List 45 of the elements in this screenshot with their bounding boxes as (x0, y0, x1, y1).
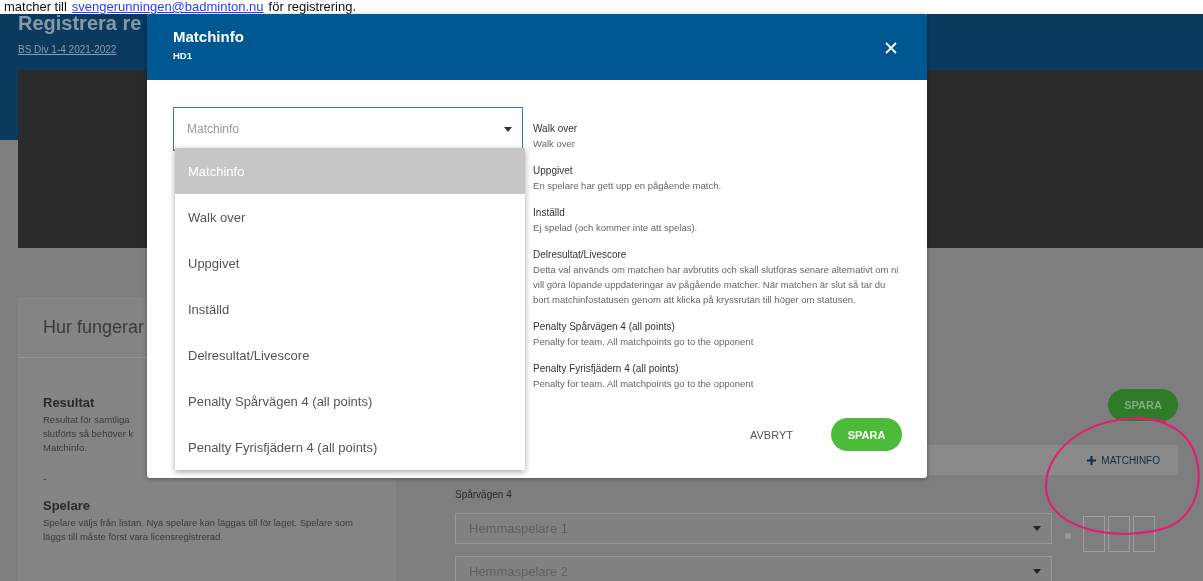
dropdown-option[interactable]: Delresultat/Livescore (175, 332, 525, 378)
score-input[interactable] (1108, 516, 1130, 552)
status-dot (1065, 533, 1071, 539)
option-title: Uppgivet (533, 164, 574, 178)
team-label: Spårvägen 4 (455, 489, 513, 500)
option-title: Inställd (533, 206, 566, 220)
score-input[interactable] (1133, 516, 1155, 552)
help-text: Spelare väljs från listan. Nya spelare kan läggas till för laget. Spelare som läggs till måste först vara licensregistrerad. (43, 516, 354, 544)
help-text: Resultat för samtliga (43, 413, 130, 427)
option-description: Walk over (533, 137, 576, 151)
option-description: Detta val används om matchen har avbrutits och skall slutföras senare alternativt om ni vill göra löpande uppdateringar av pågående matcher. När matchen är slut så tar du bort matchinfostatusen genom att klicka på kryssrutan till höger om statusen. (533, 263, 900, 307)
option-title: Delresultat/Livescore (533, 248, 628, 262)
option-description: Ej spelad (och kommer inte att spelas). (533, 221, 699, 235)
caret-icon (1033, 525, 1041, 531)
dialog-title: Matchinfo (173, 28, 244, 45)
matchinfo-button[interactable]: MATCHINFO (1087, 454, 1160, 466)
help-text: slutförts så behöver k (43, 427, 134, 441)
email-link[interactable]: svengerunningen@badminton.nu (71, 0, 264, 14)
instruction-text: för registrering. (268, 0, 356, 14)
option-description: Penalty for team. All matchpoints go to the opponent (533, 377, 755, 391)
option-description: Penalty for team. All matchpoints go to the opponent (533, 335, 755, 349)
option-description: En spelare har gett upp en pågående match. (533, 179, 723, 193)
help-text: Matchinfo. (43, 441, 87, 455)
caret-icon (1033, 569, 1041, 574)
separator-text: - (43, 473, 47, 484)
dialog-subtitle: HD1 (173, 50, 193, 61)
instruction-text: matcher till (4, 0, 67, 14)
dropdown-option[interactable]: Penalty Spårvägen 4 (all points) (175, 378, 525, 424)
dropdown-option[interactable]: Inställd (175, 286, 525, 332)
breadcrumb-link[interactable]: BS Div 1-4 2021-2022 (18, 44, 117, 55)
option-title: Walk over (533, 122, 579, 136)
dropdown-option[interactable]: Penalty Fyrisfjädern 4 (all points) (175, 424, 525, 470)
page-title: Registrera re (18, 14, 142, 32)
plus-icon (1087, 455, 1097, 465)
score-input[interactable] (1083, 516, 1105, 552)
section-heading: Resultat (43, 395, 95, 410)
cancel-button[interactable]: AVBRYT (744, 427, 799, 442)
dropdown-option[interactable]: Walk over (175, 194, 525, 240)
dropdown-option[interactable]: Uppgivet (175, 240, 525, 286)
section-heading: Spelare (43, 498, 90, 513)
close-icon (885, 42, 897, 54)
card-title: Hur fungerar (43, 316, 145, 338)
option-title: Penalty Spårvägen 4 (all points) (533, 320, 676, 334)
option-title: Penalty Fyrisfjädern 4 (all points) (533, 362, 680, 376)
caret-icon (504, 126, 513, 132)
